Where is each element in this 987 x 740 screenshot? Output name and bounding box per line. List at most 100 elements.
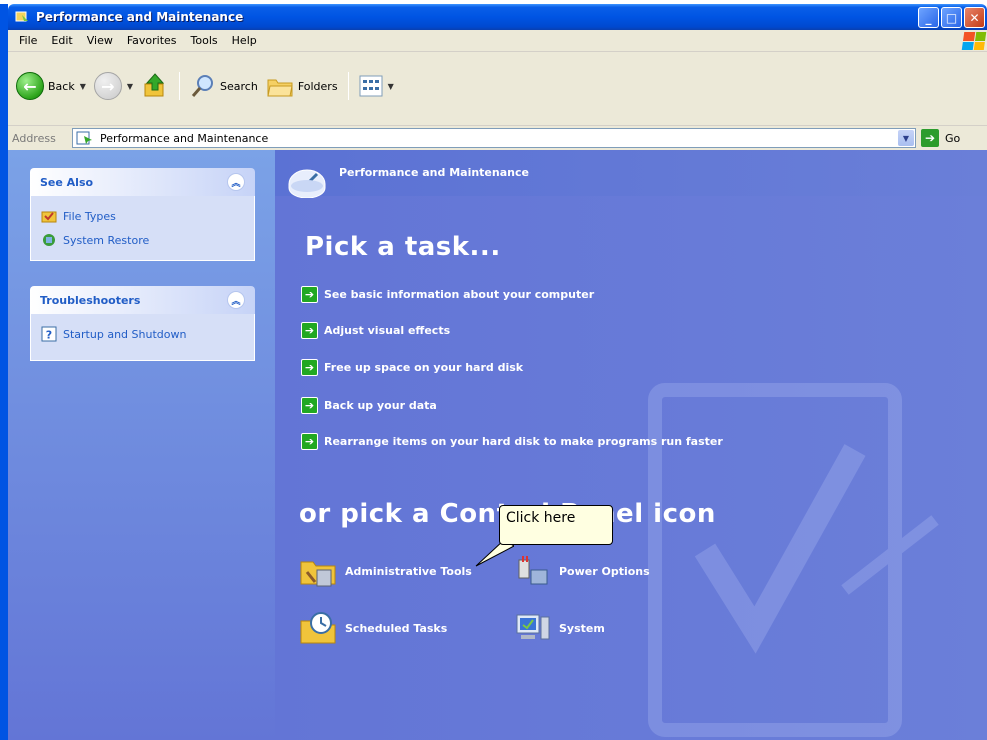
power-options-label: Power Options (559, 564, 650, 578)
up-button[interactable] (137, 68, 173, 104)
control-panel-icon (14, 9, 30, 25)
arrow-right-icon: ➔ (301, 286, 318, 303)
arrow-right-icon: ➔ (301, 433, 318, 450)
scheduled-tasks-label: Scheduled Tasks (345, 621, 448, 635)
menu-bar: File Edit View Favorites Tools Help (8, 30, 987, 52)
minimize-icon: _ (925, 10, 932, 25)
forward-arrow-icon: → (93, 72, 122, 100)
menu-view[interactable]: View (80, 34, 120, 47)
toolbar-separator (179, 72, 181, 100)
address-value: Performance and Maintenance (100, 131, 269, 145)
file-types-icon (41, 208, 57, 224)
link-startup-and-shutdown-label: Startup and Shutdown (63, 327, 187, 341)
maximize-icon: □ (945, 10, 958, 25)
task-visual-effects[interactable]: ➔ Adjust visual effects (301, 322, 450, 339)
menu-tools[interactable]: Tools (184, 34, 225, 47)
task-basic-info[interactable]: ➔ See basic information about your compu… (301, 286, 594, 303)
see-also-title: See Also (40, 175, 94, 189)
address-input[interactable]: Performance and Maintenance ▼ (72, 128, 916, 148)
toolbar-separator (347, 72, 349, 100)
system-link[interactable]: System (513, 611, 605, 645)
task-back-up-data[interactable]: ➔ Back up your data (301, 397, 437, 414)
window-title: Performance and Maintenance (36, 10, 244, 24)
power-options-link[interactable]: Power Options (513, 554, 650, 588)
title-bar[interactable]: Performance and Maintenance _ □ ✕ (8, 4, 987, 30)
address-bar: Address Performance and Maintenance ▼ ➔ … (8, 126, 987, 150)
troubleshooters-panel: Troubleshooters ︽ ? Startup and Shutdown (30, 286, 255, 361)
collapse-icon[interactable]: ︽ (227, 173, 245, 191)
system-icon (513, 611, 553, 645)
arrow-right-icon: ➔ (301, 397, 318, 414)
link-system-restore[interactable]: System Restore (41, 228, 244, 252)
callout-text: Click here (506, 510, 576, 526)
close-button[interactable]: ✕ (964, 7, 985, 28)
maximize-button[interactable]: □ (941, 7, 962, 28)
address-label: Address (12, 131, 56, 145)
views-button[interactable]: ▼ (355, 68, 398, 104)
menu-favorites[interactable]: Favorites (120, 34, 184, 47)
administrative-tools-icon (299, 554, 339, 588)
go-button[interactable]: ➔ Go (921, 129, 960, 147)
window-frame (0, 4, 8, 740)
left-task-pane: See Also ︽ File Types System Restore Tro… (8, 150, 275, 740)
windows-logo-icon (961, 32, 987, 50)
chevron-down-icon[interactable]: ▼ (127, 82, 133, 91)
views-icon (359, 75, 383, 97)
folders-button[interactable]: Folders (262, 68, 342, 104)
back-arrow-icon: ← (16, 72, 44, 100)
main-content: Performance and Maintenance Pick a task.… (275, 150, 987, 740)
scheduled-tasks-link[interactable]: Scheduled Tasks (299, 611, 447, 645)
link-startup-and-shutdown[interactable]: ? Startup and Shutdown (41, 322, 244, 346)
troubleshooters-title: Troubleshooters (40, 293, 141, 307)
task-label: Adjust visual effects (324, 324, 451, 337)
back-button[interactable]: ← Back ▼ (12, 68, 90, 104)
system-label: System (559, 621, 605, 635)
administrative-tools-link[interactable]: Administrative Tools (299, 554, 472, 588)
go-arrow-icon: ➔ (921, 129, 939, 147)
menu-help[interactable]: Help (225, 34, 264, 47)
close-icon: ✕ (969, 10, 980, 25)
system-restore-icon (41, 232, 57, 248)
pick-task-heading: Pick a task... (305, 232, 501, 262)
up-folder-icon (144, 73, 165, 97)
category-header: Performance and Maintenance (275, 150, 987, 199)
toolbar: ← Back ▼ → ▼ Search Folders ▼ (8, 52, 987, 126)
arrow-right-icon: ➔ (301, 322, 318, 339)
control-panel-icon (76, 131, 94, 145)
link-file-types-label: File Types (63, 209, 116, 223)
chevron-down-icon[interactable]: ▼ (80, 82, 86, 91)
forward-button[interactable]: → ▼ (90, 68, 137, 104)
arrow-right-icon: ➔ (301, 359, 318, 376)
see-also-header[interactable]: See Also ︽ (30, 168, 255, 196)
power-options-icon (513, 554, 553, 588)
performance-maintenance-icon (287, 162, 327, 199)
task-label: Rearrange items on your hard disk to mak… (324, 435, 723, 448)
link-system-restore-label: System Restore (63, 233, 150, 247)
collapse-icon[interactable]: ︽ (227, 291, 245, 309)
search-button[interactable]: Search (186, 68, 262, 104)
svg-text:?: ? (46, 329, 52, 342)
task-defragment[interactable]: ➔ Rearrange items on your hard disk to m… (301, 433, 723, 450)
menu-file[interactable]: File (12, 34, 44, 47)
administrative-tools-label: Administrative Tools (345, 564, 472, 578)
click-here-callout: Click here (499, 505, 613, 545)
search-label: Search (220, 79, 258, 93)
go-label: Go (945, 131, 961, 145)
scheduled-tasks-icon (299, 611, 339, 645)
task-label: Back up your data (324, 399, 437, 412)
minimize-button[interactable]: _ (918, 7, 939, 28)
troubleshooters-header[interactable]: Troubleshooters ︽ (30, 286, 255, 314)
menu-edit[interactable]: Edit (44, 34, 79, 47)
link-file-types[interactable]: File Types (41, 204, 244, 228)
chevron-down-icon[interactable]: ▼ (898, 130, 914, 146)
help-icon: ? (41, 326, 57, 342)
task-label: Free up space on your hard disk (324, 361, 524, 374)
folders-icon (267, 79, 293, 97)
search-icon (191, 75, 214, 97)
see-also-panel: See Also ︽ File Types System Restore (30, 168, 255, 261)
chevron-down-icon[interactable]: ▼ (388, 82, 394, 91)
category-title: Performance and Maintenance (339, 166, 529, 179)
task-free-up-space[interactable]: ➔ Free up space on your hard disk (301, 359, 523, 376)
back-label: Back (48, 79, 75, 93)
folders-label: Folders (297, 79, 338, 93)
